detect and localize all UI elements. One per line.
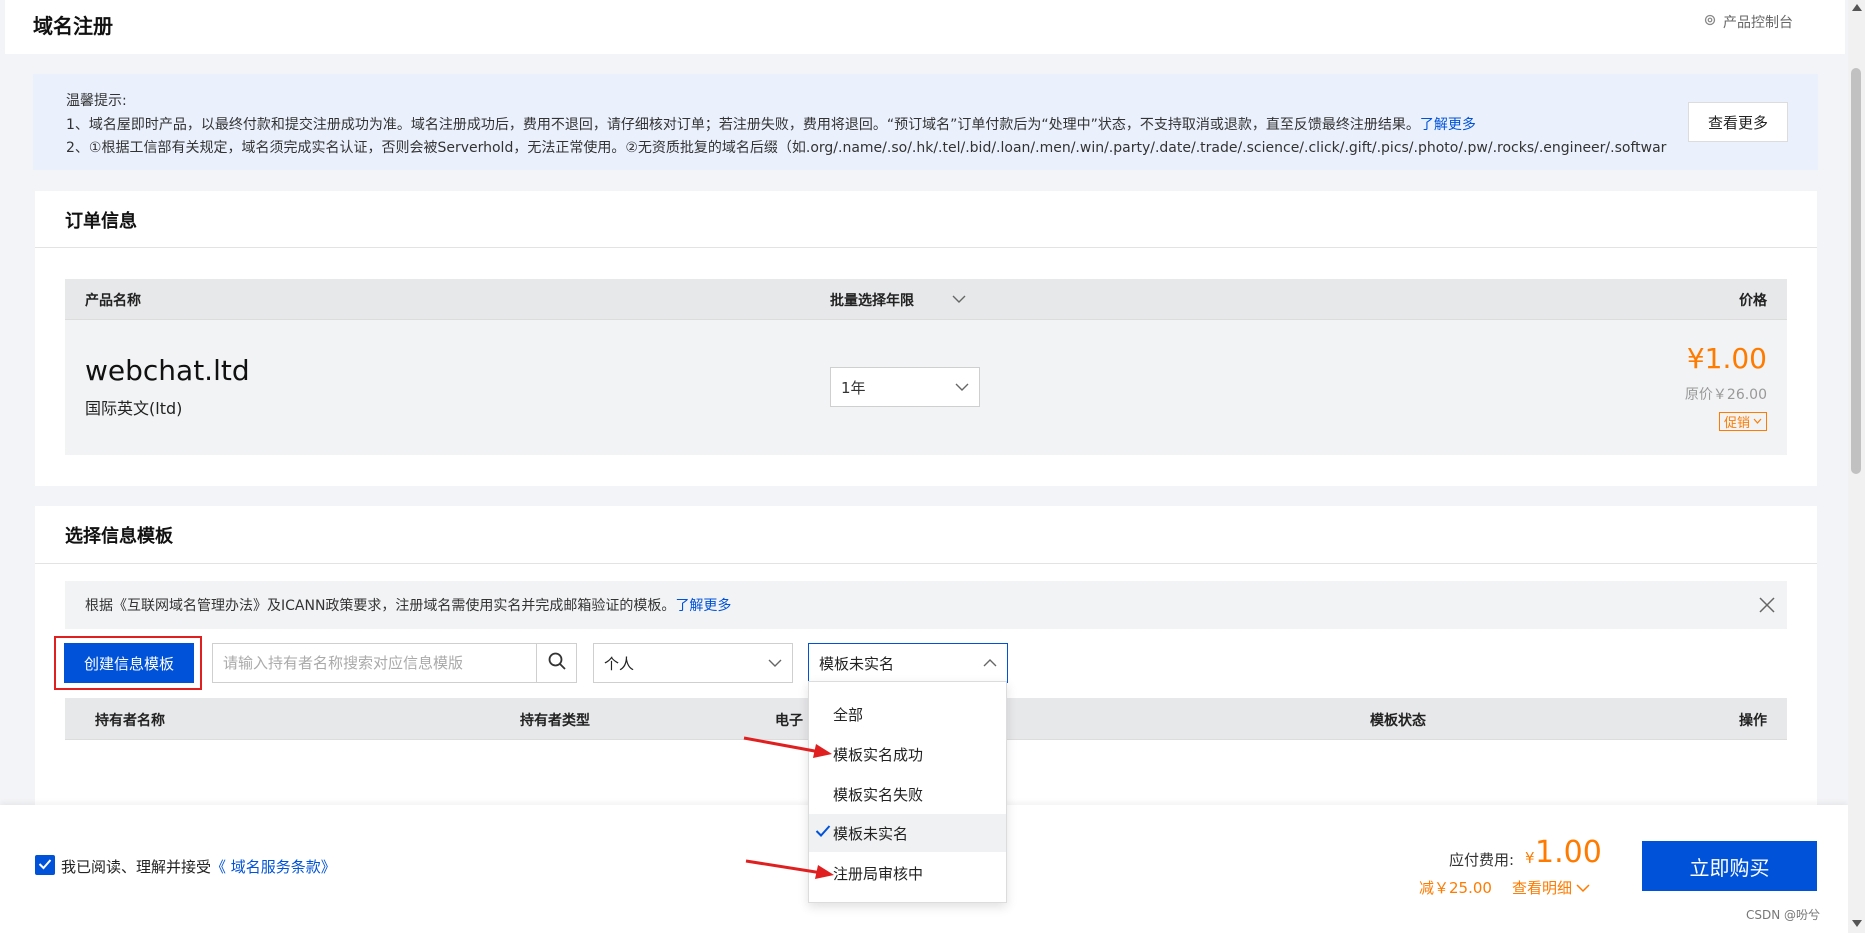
agreement-text: 我已阅读、理解并接受《 域名服务条款》: [61, 856, 336, 877]
template-tip-text: 根据《互联网域名管理办法》及ICANN政策要求，注册域名需使用实名并完成邮箱验证…: [85, 598, 676, 614]
chevron-down-icon: [1576, 879, 1590, 897]
price: ¥1.00: [1686, 342, 1767, 375]
payable-amount: 1.00: [1535, 835, 1602, 870]
watermark: CSDN @吩兮: [1745, 908, 1820, 922]
dropdown-option-registry-review[interactable]: 注册局审核中: [809, 854, 1006, 892]
chevron-down-icon: [1753, 414, 1762, 429]
col-batch-years: 批量选择年限: [830, 293, 914, 309]
batch-years-header[interactable]: 批量选择年限: [830, 290, 966, 310]
page-header: 域名注册 产品控制台: [5, 0, 1845, 54]
template-status-value: 模板未实名: [819, 654, 895, 673]
notice-line-1: 1、域名屋即时产品，以最终付款和提交注册成功为准。域名注册成功后，费用不退回，请…: [66, 114, 1476, 134]
template-learn-more-link[interactable]: 了解更多: [675, 595, 731, 615]
create-template-button[interactable]: 创建信息模板: [64, 643, 194, 683]
chevron-up-icon: [983, 654, 997, 672]
terms-link[interactable]: 《 域名服务条款》: [211, 858, 336, 876]
order-table: 产品名称 批量选择年限 价格 webchat.ltd 国际英文(ltd) 1年 …: [65, 279, 1787, 455]
agreement-prefix: 我已阅读、理解并接受: [61, 858, 212, 876]
gear-icon: [1703, 13, 1717, 31]
product-console-label: 产品控制台: [1723, 15, 1793, 31]
col-action: 操作: [1739, 713, 1767, 729]
close-icon[interactable]: [1759, 593, 1775, 617]
original-price: 原价￥26.00: [1684, 387, 1767, 403]
dropdown-option-label: 全部: [833, 705, 864, 724]
promo-tag[interactable]: 促销: [1718, 412, 1767, 431]
payable-label: 应付费用:: [1449, 851, 1515, 869]
col-price: 价格: [1739, 293, 1767, 309]
payable-currency: ¥: [1525, 849, 1535, 867]
notice-line-1-text: 1、域名屋即时产品，以最终付款和提交注册成功为准。域名注册成功后，费用不退回，请…: [66, 117, 1420, 133]
buy-now-button[interactable]: 立即购买: [1642, 841, 1817, 891]
search-icon: [548, 652, 566, 674]
dropdown-option-label: 模板实名成功: [833, 745, 924, 764]
view-detail-label: 查看明细: [1512, 879, 1573, 897]
year-select-value: 1年: [841, 378, 866, 397]
template-tip: 根据《互联网域名管理办法》及ICANN政策要求，注册域名需使用实名并完成邮箱验证…: [65, 581, 1787, 629]
dropdown-option-label: 注册局审核中: [833, 864, 924, 883]
domain-type: 国际英文(ltd): [85, 399, 183, 418]
annotation-arrow-icon: [745, 859, 834, 879]
page-scrollbar[interactable]: [1848, 0, 1865, 933]
col-template-status: 模板状态: [1370, 713, 1426, 729]
agree-checkbox[interactable]: [35, 855, 55, 875]
scroll-up-icon[interactable]: [1852, 4, 1862, 11]
dropdown-option-label: 模板未实名: [833, 824, 909, 843]
template-status-select[interactable]: 模板未实名: [808, 643, 1008, 683]
page-title: 域名注册: [33, 14, 113, 38]
holder-type-select[interactable]: 个人: [593, 643, 793, 683]
domain-name: webchat.ltd: [85, 354, 250, 387]
view-detail-link[interactable]: 查看明细: [1512, 877, 1590, 898]
annotation-arrow-icon: [743, 736, 832, 758]
col-product-name: 产品名称: [85, 293, 141, 309]
check-icon: [815, 824, 831, 842]
dropdown-option-verified[interactable]: 模板实名成功: [809, 735, 1006, 773]
holder-search-input[interactable]: [213, 644, 538, 682]
divider: [35, 563, 1817, 564]
dropdown-option-failed[interactable]: 模板实名失败: [809, 775, 1006, 813]
notice-panel: 温馨提示: 1、域名屋即时产品，以最终付款和提交注册成功为准。域名注册成功后，费…: [33, 74, 1818, 170]
promo-label: 促销: [1723, 416, 1750, 431]
dropdown-option-all[interactable]: 全部: [809, 695, 1006, 733]
notice-line-2: 2、①根据工信部有关规定，域名须完成实名认证，否则会被Serverhold，无法…: [66, 140, 1667, 156]
status-dropdown-menu: 全部 模板实名成功 模板实名失败 模板未实名 注册局审核中: [808, 681, 1007, 903]
notice-learn-more-link[interactable]: 了解更多: [1420, 117, 1476, 133]
view-more-button[interactable]: 查看更多: [1688, 102, 1788, 142]
chevron-down-icon: [952, 292, 966, 308]
template-card-title: 选择信息模板: [65, 526, 173, 547]
col-holder-name: 持有者名称: [95, 713, 165, 729]
col-holder-type: 持有者类型: [520, 713, 590, 729]
col-email: 电子: [775, 713, 803, 729]
holder-search: [212, 643, 577, 683]
product-console-link[interactable]: 产品控制台: [1703, 12, 1793, 32]
scroll-thumb[interactable]: [1851, 68, 1861, 474]
dropdown-option-label: 模板实名失败: [833, 785, 924, 804]
scroll-down-icon[interactable]: [1852, 920, 1862, 927]
discount-amount: 减￥25.00: [1419, 879, 1492, 897]
check-icon: [38, 856, 52, 874]
divider: [35, 247, 1817, 248]
year-select[interactable]: 1年: [830, 367, 980, 407]
order-info-title: 订单信息: [65, 211, 137, 232]
chevron-down-icon: [955, 378, 969, 396]
dropdown-option-unverified[interactable]: 模板未实名: [809, 814, 1006, 852]
order-table-header: 产品名称 批量选择年限 价格: [65, 279, 1787, 320]
chevron-down-icon: [768, 654, 782, 672]
holder-type-value: 个人: [604, 654, 635, 673]
order-info-card: 订单信息 产品名称 批量选择年限 价格 webchat.ltd 国际英文(ltd…: [35, 191, 1817, 486]
notice-title: 温馨提示:: [66, 93, 127, 109]
search-button[interactable]: [536, 644, 576, 682]
